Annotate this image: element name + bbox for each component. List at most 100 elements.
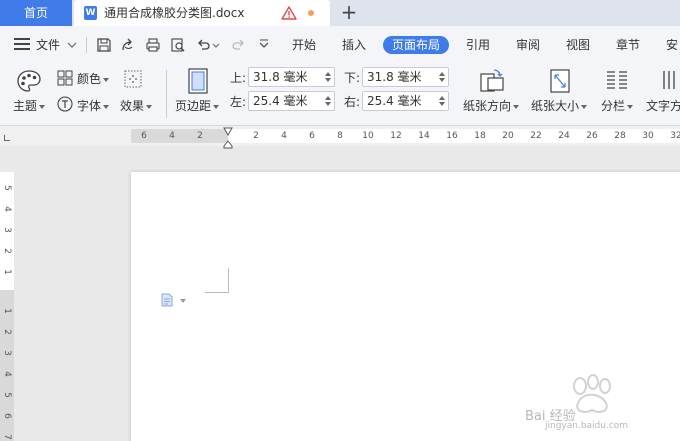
font-theme-icon xyxy=(57,96,73,112)
divider xyxy=(166,70,167,118)
ruler-number: 4 xyxy=(169,131,175,141)
more-options-icon[interactable] xyxy=(256,37,272,53)
page-orientation-icon[interactable] xyxy=(479,68,505,94)
columns-button[interactable]: 分栏 xyxy=(601,97,634,114)
ruler-number: 2 xyxy=(2,329,12,335)
page-margins-icon[interactable] xyxy=(188,68,208,94)
tab-insert[interactable]: 插入 xyxy=(342,26,366,64)
ruler-number: 24 xyxy=(558,131,570,141)
tab-bar: 首页 W 通用合成橡胶分类图.docx + xyxy=(0,0,680,26)
ruler-number: 4 xyxy=(2,371,12,377)
orientation-label: 纸张方向 xyxy=(463,99,512,113)
ruler-number: 4 xyxy=(2,206,12,212)
margins-label: 页边距 xyxy=(175,99,212,113)
tab-home[interactable]: 首页 xyxy=(0,0,72,26)
warning-icon[interactable] xyxy=(281,5,297,21)
ruler-number: 3 xyxy=(2,350,12,356)
ruler-number: 26 xyxy=(586,131,598,141)
vertical-ruler[interactable]: 5 4 3 2 1 1 2 3 4 5 6 7 xyxy=(0,172,14,441)
ruler-number: 30 xyxy=(642,131,654,141)
ruler-number: 28 xyxy=(614,131,626,141)
effects-button[interactable]: 效果 xyxy=(120,97,153,114)
print-icon[interactable] xyxy=(145,37,161,53)
tab-security[interactable]: 安 xyxy=(666,26,678,64)
theme-button[interactable]: 主题 xyxy=(13,97,46,114)
ruler-number: 1 xyxy=(2,308,12,314)
effects-label: 效果 xyxy=(120,99,145,113)
ruler-number: 20 xyxy=(502,131,514,141)
paragraph-dropdown-icon[interactable] xyxy=(180,299,186,303)
ruler-number: 3 xyxy=(2,227,12,233)
page-size-icon[interactable] xyxy=(549,68,571,94)
top-margin-input[interactable]: 31.8 毫米 xyxy=(248,67,335,87)
word-doc-icon: W xyxy=(84,6,97,20)
tab-stop-selector[interactable] xyxy=(4,135,10,141)
tab-chapter[interactable]: 章节 xyxy=(616,26,640,64)
ruler-number: 32 xyxy=(670,131,680,141)
menu-bar: 文件 开始 插入 页面布局 引用 审阅 视图 章节 安 xyxy=(0,26,680,64)
ruler-number: 6 xyxy=(309,131,315,141)
ruler-number: 2 xyxy=(197,131,203,141)
bottom-margin-value: 31.8 毫米 xyxy=(367,70,422,84)
export-pdf-icon[interactable] xyxy=(120,37,136,53)
left-margin-input[interactable]: 25.4 毫米 xyxy=(248,91,335,111)
divider xyxy=(86,37,87,53)
font-button[interactable]: 字体 xyxy=(77,97,110,114)
text-direction-label[interactable]: 文字方 xyxy=(646,97,680,114)
ruler-number: 2 xyxy=(2,248,12,254)
margin-corner-mark xyxy=(205,268,229,293)
right-margin-label: 右: xyxy=(344,95,361,109)
hamburger-icon[interactable] xyxy=(14,38,30,50)
horizontal-ruler[interactable]: 6 4 2 2 4 6 8 10 12 14 16 18 20 22 24 26 28 30 32 xyxy=(131,129,680,143)
columns-label: 分栏 xyxy=(601,99,626,113)
tab-start[interactable]: 开始 xyxy=(292,26,316,64)
paragraph-layout-icon[interactable] xyxy=(161,293,173,307)
columns-icon[interactable] xyxy=(605,69,629,91)
ruler-number: 1 xyxy=(2,269,12,275)
margins-button[interactable]: 页边距 xyxy=(175,97,220,114)
ribbon-page-layout: 主题 颜色 字体 效果 页边距 上: 31.8 毫米 左: 25.4 毫米 下:… xyxy=(0,64,680,126)
file-menu[interactable]: 文件 xyxy=(36,26,60,64)
ruler-number: 22 xyxy=(530,131,542,141)
top-margin-value: 31.8 毫米 xyxy=(253,70,308,84)
size-button[interactable]: 纸张大小 xyxy=(531,97,588,114)
first-line-indent-marker[interactable] xyxy=(223,127,233,136)
new-tab-button[interactable]: + xyxy=(339,1,359,23)
text-direction-icon[interactable] xyxy=(660,69,680,91)
ruler-number: 4 xyxy=(281,131,287,141)
tab-page-layout[interactable]: 页面布局 xyxy=(383,36,450,54)
left-margin-label: 左: xyxy=(230,95,247,109)
bottom-margin-label: 下: xyxy=(344,71,361,85)
watermark-url: jingyan.baidu.com xyxy=(545,421,629,431)
ruler-number: 12 xyxy=(390,131,402,141)
palette-icon[interactable] xyxy=(16,69,42,93)
tab-review[interactable]: 审阅 xyxy=(516,26,540,64)
chevron-down-icon[interactable] xyxy=(66,39,78,51)
tab-view[interactable]: 视图 xyxy=(566,26,590,64)
color-button[interactable]: 颜色 xyxy=(77,70,110,87)
ruler-number: 2 xyxy=(253,131,259,141)
undo-dropdown-icon[interactable] xyxy=(212,37,220,53)
bottom-margin-input[interactable]: 31.8 毫米 xyxy=(362,67,449,87)
document-title: 通用合成橡胶分类图.docx xyxy=(104,6,245,20)
color-label: 颜色 xyxy=(77,72,102,86)
save-icon[interactable] xyxy=(96,37,112,53)
ruler-number: 6 xyxy=(2,413,12,419)
redo-icon[interactable] xyxy=(230,37,246,53)
undo-icon[interactable] xyxy=(196,37,212,53)
tab-references[interactable]: 引用 xyxy=(466,26,490,64)
ruler-number: 6 xyxy=(141,131,147,141)
ruler-number: 5 xyxy=(2,392,12,398)
ruler-number: 5 xyxy=(2,185,12,191)
right-margin-input[interactable]: 25.4 毫米 xyxy=(362,91,449,111)
ruler-number: 18 xyxy=(474,131,486,141)
orientation-button[interactable]: 纸张方向 xyxy=(463,97,520,114)
font-label: 字体 xyxy=(77,99,102,113)
tab-document[interactable]: W 通用合成橡胶分类图.docx xyxy=(74,0,330,26)
ruler-number: 14 xyxy=(418,131,430,141)
theme-label: 主题 xyxy=(13,99,38,113)
print-preview-icon[interactable] xyxy=(170,37,186,53)
left-indent-marker[interactable] xyxy=(223,140,233,149)
ruler-number: 10 xyxy=(362,131,374,141)
effects-icon[interactable] xyxy=(124,70,142,88)
